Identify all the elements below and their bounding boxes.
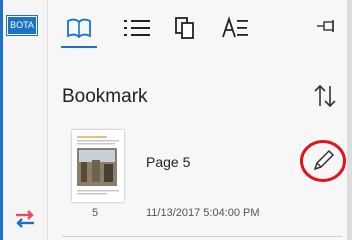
tab-bookmark[interactable]: [63, 12, 95, 44]
pin-icon: [317, 20, 334, 32]
a-lines-icon: [222, 16, 248, 38]
bookmark-timestamp: 11/13/2017 5:04:00 PM: [146, 207, 260, 219]
bookmark-thumbnail[interactable]: [72, 130, 124, 202]
edit-bookmark-button[interactable]: [298, 138, 348, 184]
highlight-circle: [300, 140, 346, 182]
window-edge: [347, 0, 352, 240]
active-tab-underline: [61, 46, 97, 48]
page-thumbnail-image: [77, 136, 119, 195]
panel-tabs: [48, 0, 352, 50]
pencil-icon: [313, 149, 335, 171]
pin-button[interactable]: [314, 14, 340, 38]
sort-arrows-icon[interactable]: [312, 82, 338, 110]
list-icon: [124, 20, 150, 36]
tab-annotations[interactable]: [219, 12, 251, 44]
left-rail: BOTA: [0, 0, 48, 240]
panel-title: Bookmark: [62, 86, 148, 107]
bookmark-label[interactable]: Page 5: [146, 154, 190, 170]
bota-label: BOTA: [10, 20, 34, 30]
thumbnail-page-number: 5: [92, 207, 99, 219]
rail-accent: [0, 0, 3, 240]
tab-thumbnails[interactable]: [169, 12, 201, 44]
swap-arrows-icon[interactable]: [12, 206, 38, 232]
row-divider: [62, 236, 342, 237]
bookmark-panel: [48, 0, 352, 240]
copy-pages-icon: [175, 17, 194, 39]
bota-button[interactable]: BOTA: [6, 15, 38, 36]
tab-outline[interactable]: [121, 12, 153, 44]
open-book-icon: [67, 18, 91, 39]
